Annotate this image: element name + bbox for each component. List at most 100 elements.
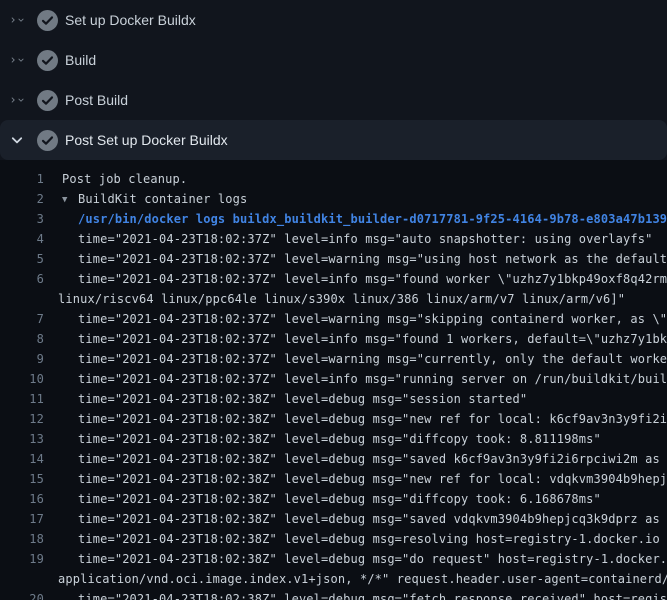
chevron-icon [9,132,25,148]
log-line-text-content: time="2021-04-23T18:02:38Z" level=debug … [78,492,601,506]
log-row: 20 ▼time="2021-04-23T18:02:38Z" level=de… [0,589,667,600]
log-line-number[interactable]: 2 [0,189,44,209]
log-row: 15 ▼time="2021-04-23T18:02:38Z" level=de… [0,469,667,489]
log-line-number[interactable]: 16 [0,489,44,509]
step-row-post-build[interactable]: Post Build [0,80,667,120]
log-line-text-content: time="2021-04-23T18:02:38Z" level=debug … [78,412,667,426]
log-line-text-content: time="2021-04-23T18:02:37Z" level=info m… [78,332,667,346]
log-line-number[interactable]: 8 [0,329,44,349]
group-caret-icon[interactable]: ▼ [62,190,78,210]
log-line-number[interactable]: 20 [0,589,44,600]
log-row: 17 ▼time="2021-04-23T18:02:38Z" level=de… [0,509,667,529]
log-row: 11 ▼time="2021-04-23T18:02:38Z" level=de… [0,389,667,409]
log-line-number[interactable]: 6 [0,269,44,289]
check-circle-icon [37,130,58,151]
log-line-text-content: BuildKit container logs [78,192,247,206]
check-circle-icon [37,50,58,71]
log-line-text: ▼time="2021-04-23T18:02:38Z" level=debug… [44,529,660,549]
log-line-text-content: time="2021-04-23T18:02:38Z" level=debug … [78,512,667,526]
log-row: 13 ▼time="2021-04-23T18:02:38Z" level=de… [0,429,667,449]
log-line-text-content: time="2021-04-23T18:02:37Z" level=warnin… [78,252,667,266]
log-line-number[interactable]: 14 [0,449,44,469]
log-line-text-content: time="2021-04-23T18:02:38Z" level=debug … [78,432,601,446]
log-row: 3 ▼/usr/bin/docker logs buildx_buildkit_… [0,209,667,229]
log-row: 14 ▼time="2021-04-23T18:02:38Z" level=de… [0,449,667,469]
chevron-down-icon [17,52,25,68]
log-row: 2 ▼BuildKit container logs [0,189,667,209]
log-line-number[interactable]: 19 [0,549,44,569]
log-line-text-content: time="2021-04-23T18:02:37Z" level=info m… [78,232,652,246]
log-line-text: ▼time="2021-04-23T18:02:38Z" level=debug… [44,489,601,509]
log-line-text: ▼time="2021-04-23T18:02:38Z" level=debug… [44,449,667,469]
log-line-number[interactable]: 12 [0,409,44,429]
step-label: Post Build [65,92,128,108]
log-line-number[interactable]: 1 [0,169,44,189]
log-row: 7 ▼time="2021-04-23T18:02:37Z" level=war… [0,309,667,329]
log-line-text-content: linux/riscv64 linux/ppc64le linux/s390x … [58,292,625,306]
log-row: 10 ▼time="2021-04-23T18:02:37Z" level=in… [0,369,667,389]
log-line-text: ▼linux/riscv64 linux/ppc64le linux/s390x… [44,289,625,309]
log-line-text: ▼time="2021-04-23T18:02:37Z" level=warni… [44,249,667,269]
log-line-text-content: time="2021-04-23T18:02:37Z" level=warnin… [78,352,667,366]
chevron-down-icon [17,92,25,108]
chevron-icon [9,52,25,68]
log-line-text-content: time="2021-04-23T18:02:37Z" level=warnin… [78,312,667,326]
chevron-icon [9,12,25,28]
log-line-text-content: time="2021-04-23T18:02:38Z" level=debug … [78,552,667,566]
log-line-text-content: time="2021-04-23T18:02:37Z" level=info m… [78,272,667,286]
log-line-number[interactable]: 9 [0,349,44,369]
chevron-icon [9,92,25,108]
log-line-text: ▼time="2021-04-23T18:02:37Z" level=info … [44,229,652,249]
log-line-number[interactable]: 3 [0,209,44,229]
log-line-text: ▼time="2021-04-23T18:02:38Z" level=debug… [44,549,667,569]
log-line-text: ▼time="2021-04-23T18:02:37Z" level=info … [44,269,667,289]
log-line-text: ▼/usr/bin/docker logs buildx_buildkit_bu… [44,209,667,229]
log-line-text-content: time="2021-04-23T18:02:38Z" level=debug … [78,392,527,406]
log-line-number[interactable]: 5 [0,249,44,269]
log-line-text-content: time="2021-04-23T18:02:38Z" level=debug … [78,472,667,486]
log-line-text-content: time="2021-04-23T18:02:37Z" level=info m… [78,372,667,386]
chevron-right-icon [9,12,17,28]
step-label: Post Set up Docker Buildx [65,132,228,148]
log-line-text: ▼time="2021-04-23T18:02:38Z" level=debug… [44,389,527,409]
log-row: 12 ▼time="2021-04-23T18:02:38Z" level=de… [0,409,667,429]
log-line-text: ▼time="2021-04-23T18:02:37Z" level=warni… [44,309,667,329]
log-line-number[interactable]: 17 [0,509,44,529]
actions-log-viewer: Set up Docker Buildx Build [0,0,667,600]
log-line-text: ▼time="2021-04-23T18:02:37Z" level=info … [44,369,667,389]
log-row: 5 ▼time="2021-04-23T18:02:37Z" level=war… [0,249,667,269]
log-line-number[interactable]: 15 [0,469,44,489]
log-line-text: ▼time="2021-04-23T18:02:38Z" level=debug… [44,409,667,429]
log-line-text: ▼application/vnd.oci.image.index.v1+json… [44,569,667,589]
chevron-down-icon [17,12,25,28]
chevron-right-icon [9,52,17,68]
log-line-text-content: Post job cleanup. [62,172,187,186]
log-line-text-content: time="2021-04-23T18:02:38Z" level=debug … [78,452,667,466]
log-line-number[interactable] [0,569,44,589]
log-row: ▼linux/riscv64 linux/ppc64le linux/s390x… [0,289,667,309]
log-line-number[interactable]: 7 [0,309,44,329]
step-row-post-set-up-docker-buildx[interactable]: Post Set up Docker Buildx [0,120,667,160]
step-row-set-up-docker-buildx[interactable]: Set up Docker Buildx [0,0,667,40]
log-line-text-content: application/vnd.oci.image.index.v1+json,… [58,572,667,586]
chevron-right-icon [9,92,17,108]
log-row: 19 ▼time="2021-04-23T18:02:38Z" level=de… [0,549,667,569]
log-line-text: ▼time="2021-04-23T18:02:37Z" level=info … [44,329,667,349]
log-row: 8 ▼time="2021-04-23T18:02:37Z" level=inf… [0,329,667,349]
log-line-text-content: time="2021-04-23T18:02:38Z" level=debug … [78,592,667,600]
log-line-text: ▼Post job cleanup. [44,169,187,189]
log-line-number[interactable] [0,289,44,309]
log-line-number[interactable]: 11 [0,389,44,409]
log-row: 4 ▼time="2021-04-23T18:02:37Z" level=inf… [0,229,667,249]
log-line-number[interactable]: 13 [0,429,44,449]
step-label: Set up Docker Buildx [65,12,196,28]
log-line-number[interactable]: 4 [0,229,44,249]
log-line-number[interactable]: 18 [0,529,44,549]
log-row: 16 ▼time="2021-04-23T18:02:38Z" level=de… [0,489,667,509]
steps-list: Set up Docker Buildx Build [0,0,667,160]
log-line-number[interactable]: 10 [0,369,44,389]
log-line-text: ▼BuildKit container logs [44,189,247,209]
log-row: 18 ▼time="2021-04-23T18:02:38Z" level=de… [0,529,667,549]
log-line-text-content: /usr/bin/docker logs buildx_buildkit_bui… [78,212,667,226]
step-row-build[interactable]: Build [0,40,667,80]
